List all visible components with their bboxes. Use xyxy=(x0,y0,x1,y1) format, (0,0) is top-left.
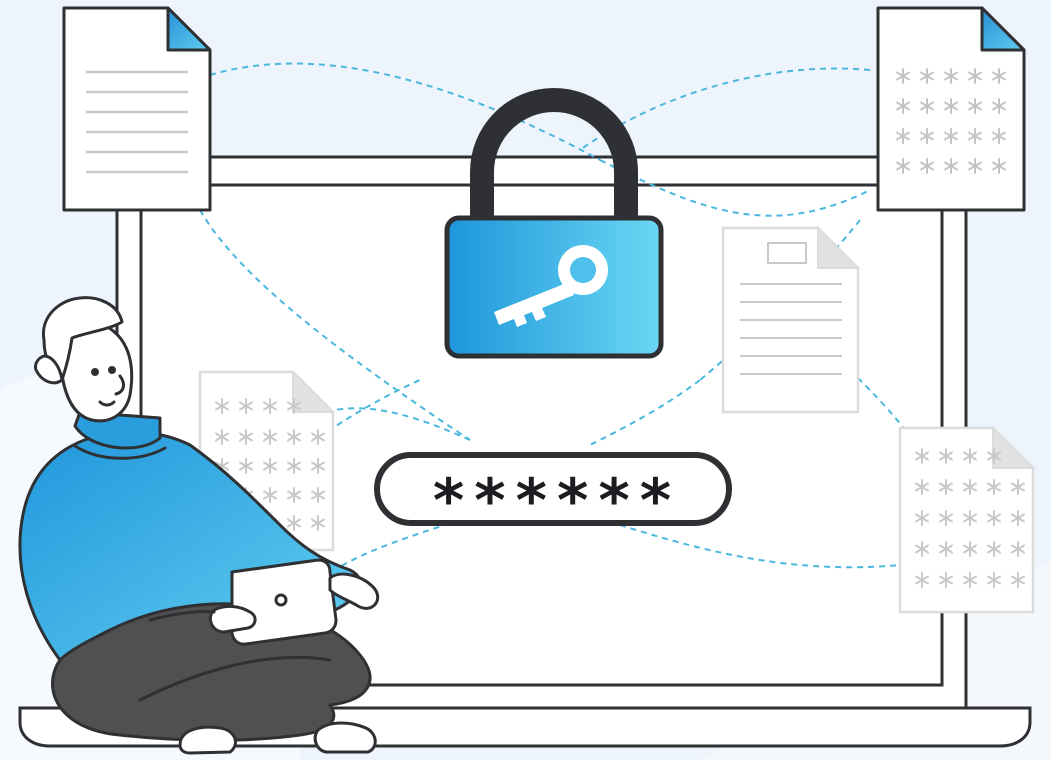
plain-text-document-icon xyxy=(62,6,212,212)
password-masked-text: ****** xyxy=(432,466,682,536)
person-hand-left xyxy=(208,604,257,634)
illustration-canvas: ****** xyxy=(0,0,1051,760)
encrypted-document-icon xyxy=(876,6,1026,212)
faded-encrypted-document-icon-right xyxy=(898,425,1036,614)
faded-text-document-icon xyxy=(721,225,861,414)
password-field[interactable]: ****** xyxy=(374,452,732,531)
person-shoe-left xyxy=(178,725,237,755)
scene-svg xyxy=(0,0,1051,760)
person-shoe-right xyxy=(313,721,377,754)
padlock-body xyxy=(444,215,664,359)
